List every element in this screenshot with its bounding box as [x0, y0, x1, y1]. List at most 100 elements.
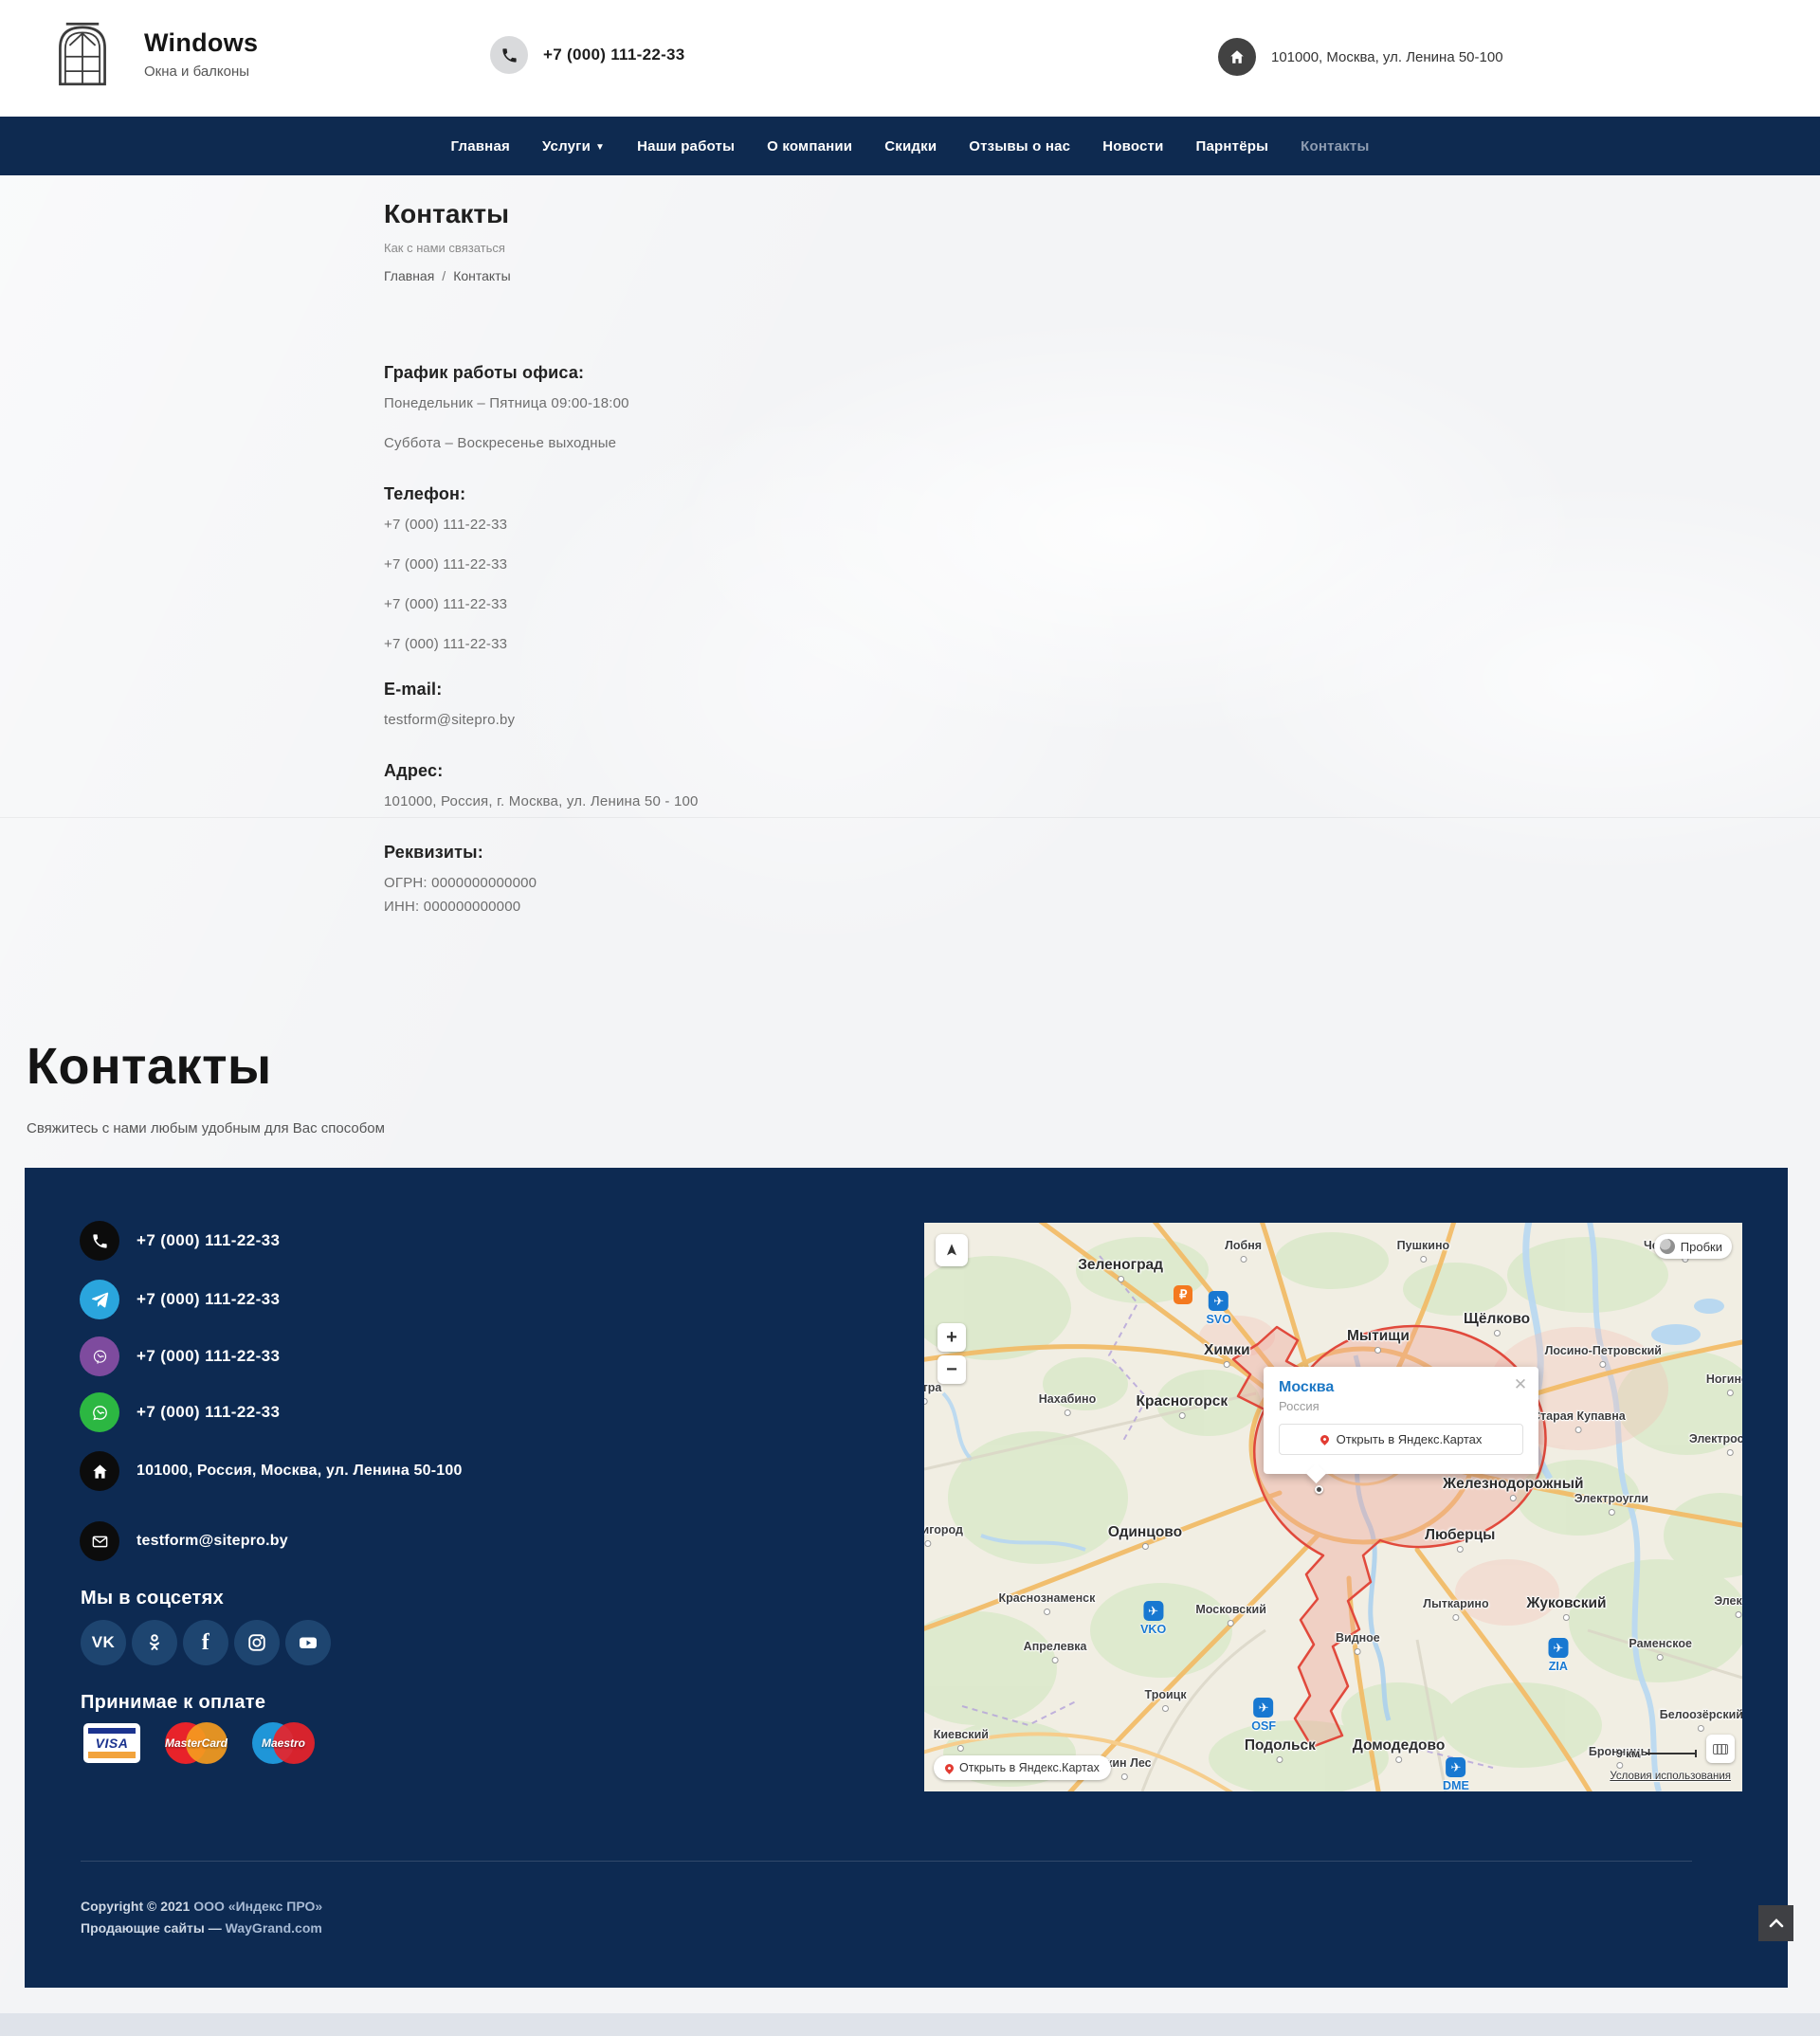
header-address: 101000, Москва, ул. Ленина 50-100: [1218, 38, 1503, 76]
map-city-label: Белоозёрский: [1660, 1709, 1742, 1732]
youtube-icon: [297, 1631, 319, 1654]
map-city-label: Раменское: [1629, 1638, 1692, 1661]
nav-item[interactable]: Парнтёры▼: [1196, 138, 1269, 155]
phone-number[interactable]: +7 (000) 111-22-33: [384, 596, 507, 612]
footer-whatsapp-link[interactable]: +7 (000) 111-22-33: [80, 1392, 280, 1432]
copyright-text: Copyright © 2021: [81, 1899, 193, 1914]
social-youtube-link[interactable]: [285, 1620, 331, 1665]
map-city-label: Домодедово: [1353, 1737, 1446, 1763]
geolocation-button[interactable]: [936, 1234, 968, 1266]
breadcrumb-current: Контакты: [453, 268, 510, 283]
schedule-weekdays: Понедельник – Пятница 09:00-18:00: [384, 395, 629, 411]
requisites-heading: Реквизиты:: [384, 843, 537, 863]
map-scale: 9 км: [1616, 1747, 1697, 1760]
traffic-icon: [1660, 1239, 1675, 1254]
footer-divider: [81, 1861, 1692, 1862]
map-city-label: Ногинск: [1706, 1373, 1742, 1396]
footer-email-link[interactable]: testform@sitepro.by: [80, 1521, 288, 1561]
breadcrumb-home-link[interactable]: Главная: [384, 268, 434, 283]
social-ok-link[interactable]: [132, 1620, 177, 1665]
map-city-label: Киевский: [934, 1729, 989, 1752]
nav-item[interactable]: Скидки▼: [884, 138, 937, 155]
phone-number[interactable]: +7 (000) 111-22-33: [384, 517, 507, 533]
phone-number[interactable]: +7 (000) 111-22-33: [384, 636, 507, 652]
nav-item[interactable]: Контакты▼: [1301, 138, 1369, 155]
phones-heading: Телефон:: [384, 484, 507, 504]
page-bottom-strip: [0, 2013, 1820, 2036]
footer-phone-link[interactable]: +7 (000) 111-22-33: [80, 1221, 280, 1261]
footer-telegram-link[interactable]: +7 (000) 111-22-33: [80, 1280, 280, 1319]
social-vk-link[interactable]: VK: [81, 1620, 126, 1665]
popup-country: Россия: [1279, 1399, 1523, 1413]
traffic-toggle[interactable]: Пробки: [1654, 1234, 1732, 1259]
nav-item[interactable]: Отзывы о нас▼: [969, 138, 1070, 155]
airport-marker: ✈OSF: [1251, 1698, 1276, 1735]
scale-line: [1646, 1753, 1697, 1754]
map-city-label: Звенигород: [924, 1524, 963, 1547]
footer-viber-link[interactable]: +7 (000) 111-22-33: [80, 1336, 280, 1376]
ok-icon: [144, 1632, 165, 1653]
chevron-up-icon: [1769, 1918, 1784, 1928]
airport-marker: ✈DME: [1443, 1757, 1469, 1791]
address-value: 101000, Россия, г. Москва, ул. Ленина 50…: [384, 793, 699, 809]
credits-link[interactable]: WayGrand.com: [226, 1920, 322, 1936]
telegram-icon: [80, 1280, 119, 1319]
email-block: E-mail: testform@sitepro.by: [384, 680, 515, 752]
site-subtitle: Окна и балконы: [144, 64, 258, 80]
social-facebook-link[interactable]: f: [183, 1620, 228, 1665]
phones-block: Телефон: +7 (000) 111-22-33 +7 (000) 111-…: [384, 484, 507, 676]
popup-city-link[interactable]: Москва: [1279, 1379, 1334, 1395]
header-phone[interactable]: +7 (000) 111-22-33: [490, 36, 685, 74]
map[interactable]: ЗеленоградЛобняПушкиноЧерноголовкаЩёлков…: [924, 1223, 1742, 1791]
address-heading: Адрес:: [384, 761, 699, 781]
nav-item[interactable]: Наши работы▼: [637, 138, 735, 155]
logo[interactable]: Windows Окна и балконы: [55, 21, 258, 87]
vk-icon: VK: [92, 1633, 116, 1652]
map-zoom-out-button[interactable]: −: [937, 1355, 966, 1384]
open-in-yandex-button[interactable]: Открыть в Яндекс.Картах: [1279, 1424, 1523, 1455]
contacts-section-subtitle: Свяжитесь с нами любым удобным для Вас с…: [27, 1120, 385, 1136]
terms-link[interactable]: Условия использования: [1610, 1771, 1731, 1782]
map-city-label: Железнодорожный: [1443, 1476, 1583, 1501]
company-link[interactable]: ООО «Индекс ПРО»: [193, 1899, 322, 1914]
visa-badge: VISA: [83, 1723, 140, 1763]
toll-road-icon: ₽: [1174, 1285, 1192, 1304]
main-nav: Главная▼ Услуги▼ Наши работы▼ О компании…: [0, 117, 1820, 175]
payment-methods: VISA MasterCard Maestro: [83, 1720, 315, 1766]
facebook-icon: f: [202, 1630, 210, 1656]
map-zoom-in-button[interactable]: +: [937, 1323, 966, 1352]
airplane-icon: ✈: [1548, 1638, 1568, 1658]
email-heading: E-mail:: [384, 680, 515, 700]
email-icon: [80, 1521, 119, 1561]
section-divider: [0, 817, 1820, 818]
map-city-label: Лыткарино: [1423, 1598, 1488, 1621]
map-city-label: Электро: [1714, 1595, 1742, 1618]
social-instagram-link[interactable]: [234, 1620, 280, 1665]
ogrn-value: ОГРН: 0000000000000: [384, 875, 537, 891]
map-city-label: Красногорск: [1137, 1393, 1228, 1419]
open-in-yandex-link[interactable]: Открыть в Яндекс.Картах: [934, 1755, 1111, 1780]
map-city-label: Химки: [1204, 1342, 1250, 1368]
nav-item[interactable]: О компании▼: [767, 138, 852, 155]
map-city-label: Подольск: [1245, 1737, 1316, 1763]
header-address-text: 101000, Москва, ул. Ленина 50-100: [1271, 49, 1503, 65]
address-block: Адрес: 101000, Россия, г. Москва, ул. Ле…: [384, 761, 699, 833]
map-city-label: Московский: [1195, 1604, 1266, 1627]
map-city-label: Истра: [924, 1382, 941, 1405]
phone-icon: [80, 1221, 119, 1261]
nav-item[interactable]: Новости▼: [1102, 138, 1163, 155]
contacts-panel: +7 (000) 111-22-33 +7 (000) 111-22-33 +7…: [25, 1168, 1788, 1988]
scroll-to-top-button[interactable]: [1758, 1905, 1793, 1941]
close-icon[interactable]: ✕: [1512, 1376, 1529, 1393]
home-icon: [80, 1451, 119, 1491]
email-value[interactable]: testform@sitepro.by: [384, 712, 515, 728]
requisites-block: Реквизиты: ОГРН: 0000000000000 ИНН: 0000…: [384, 843, 537, 938]
map-city-label: Троицк: [1145, 1689, 1187, 1712]
inn-value: ИНН: 000000000000: [384, 899, 537, 915]
phone-number[interactable]: +7 (000) 111-22-33: [384, 556, 507, 573]
nav-item[interactable]: Услуги▼: [542, 138, 605, 155]
page: Windows Окна и балконы +7 (000) 111-22-3…: [0, 0, 1820, 2036]
map-city-label: Электроугли: [1574, 1493, 1648, 1516]
ruler-button[interactable]: [1706, 1735, 1735, 1763]
nav-item[interactable]: Главная▼: [451, 138, 510, 155]
